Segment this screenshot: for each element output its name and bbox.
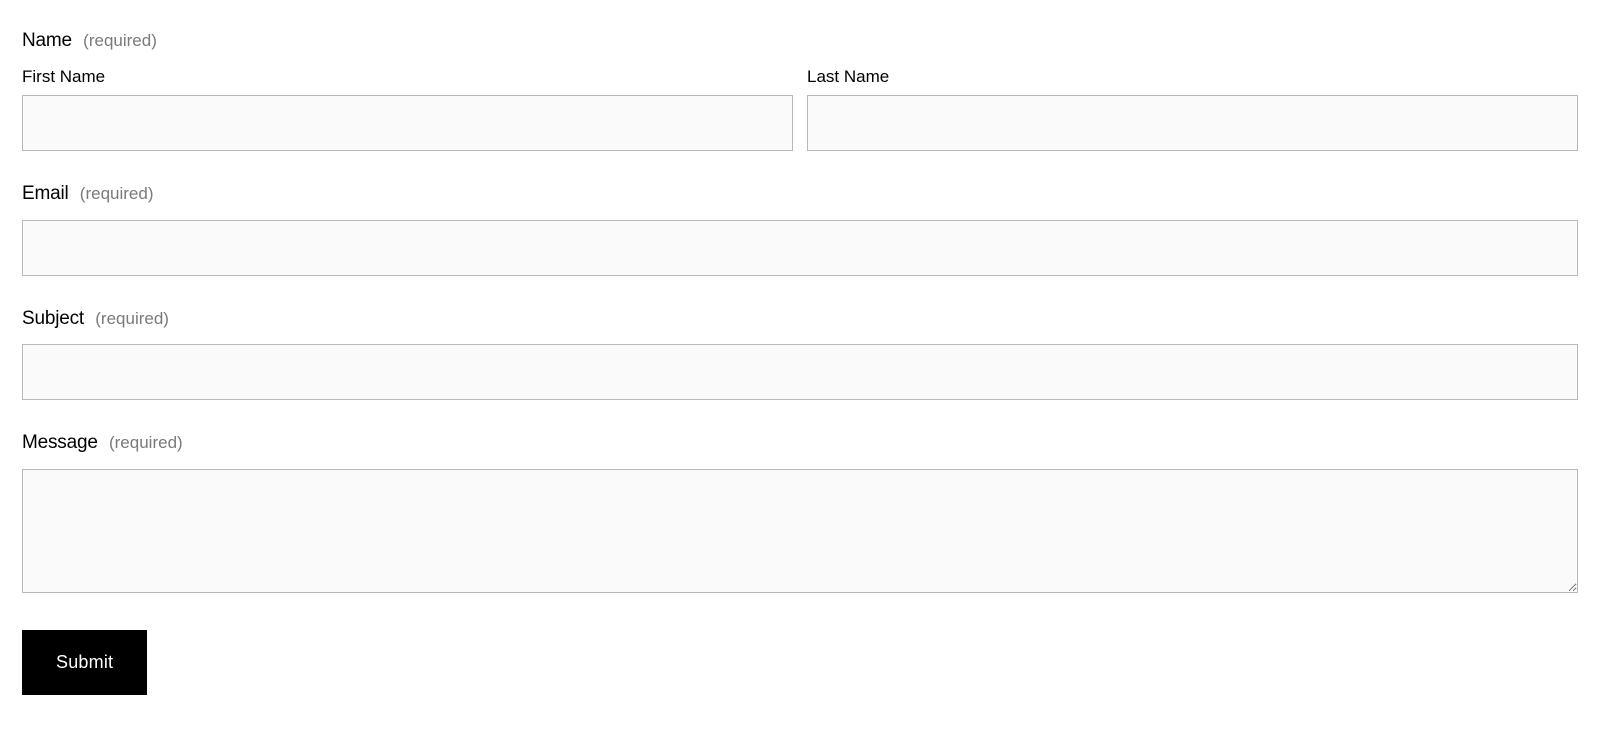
- name-label-row: Name (required): [22, 30, 1578, 53]
- name-label: Name: [22, 30, 72, 51]
- email-group: Email (required): [22, 183, 1578, 276]
- email-label: Email: [22, 183, 69, 204]
- message-group: Message (required): [22, 432, 1578, 598]
- last-name-input[interactable]: [807, 95, 1578, 151]
- email-label-row: Email (required): [22, 183, 1578, 206]
- subject-input[interactable]: [22, 344, 1578, 400]
- contact-form: Name (required) First Name Last Name Ema…: [22, 30, 1578, 695]
- name-fields-row: First Name Last Name: [22, 67, 1578, 151]
- name-required-hint: (required): [83, 31, 157, 50]
- last-name-col: Last Name: [807, 67, 1578, 151]
- subject-group: Subject (required): [22, 308, 1578, 401]
- first-name-label: First Name: [22, 67, 793, 87]
- first-name-col: First Name: [22, 67, 793, 151]
- message-textarea[interactable]: [22, 469, 1578, 593]
- message-label: Message: [22, 432, 98, 453]
- email-required-hint: (required): [80, 184, 154, 203]
- message-label-row: Message (required): [22, 432, 1578, 455]
- first-name-input[interactable]: [22, 95, 793, 151]
- subject-label: Subject: [22, 308, 84, 329]
- name-group: Name (required) First Name Last Name: [22, 30, 1578, 151]
- subject-required-hint: (required): [95, 309, 169, 328]
- subject-label-row: Subject (required): [22, 308, 1578, 331]
- submit-button[interactable]: Submit: [22, 630, 147, 695]
- message-required-hint: (required): [109, 433, 183, 452]
- email-input[interactable]: [22, 220, 1578, 276]
- last-name-label: Last Name: [807, 67, 1578, 87]
